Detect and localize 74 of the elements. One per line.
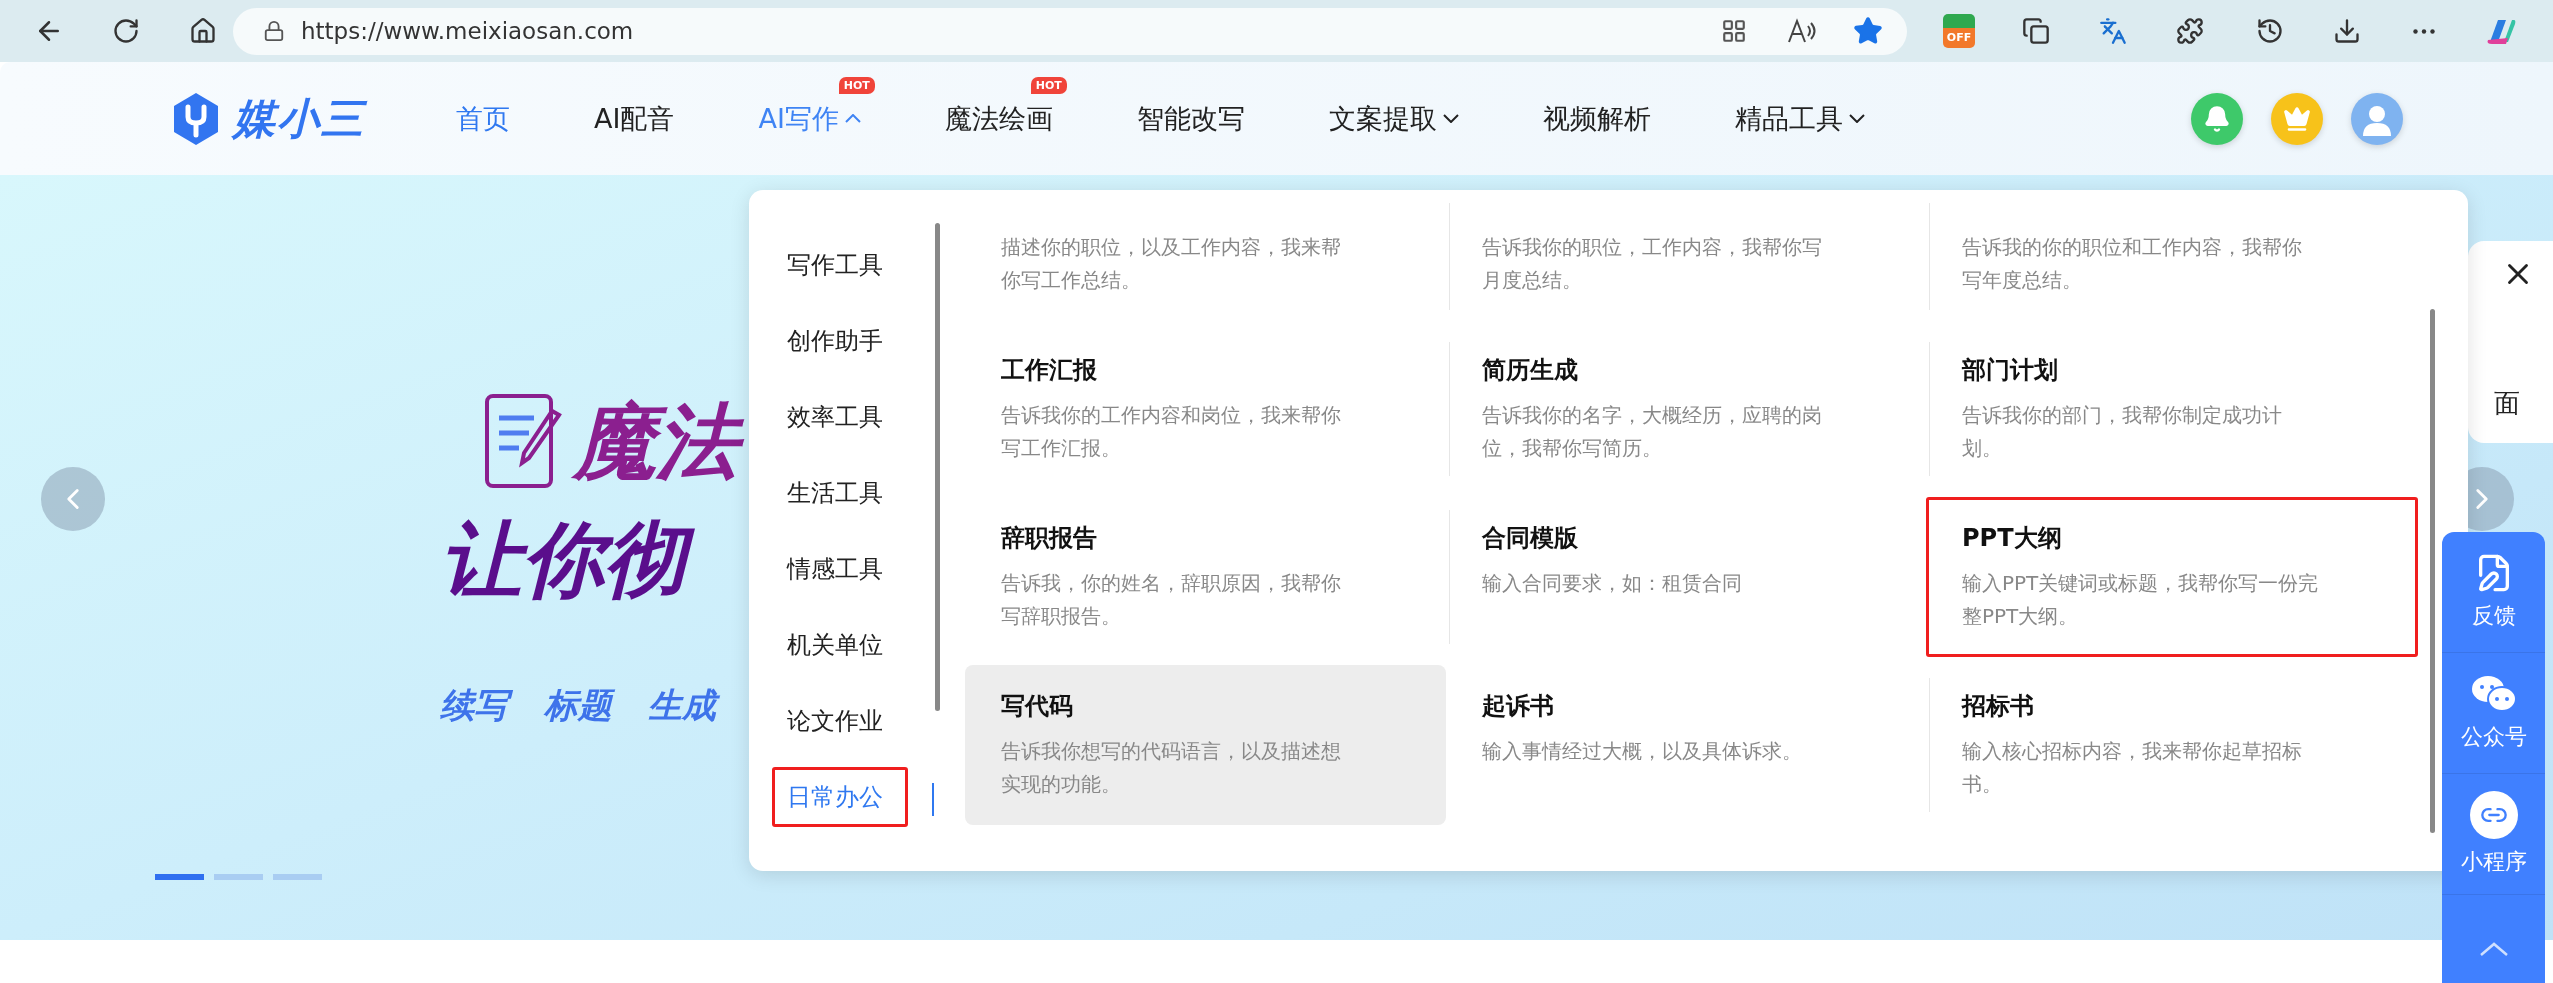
card-description: 输入核心招标内容，我来帮你起草招标书。: [1962, 738, 2303, 798]
side-card-text: 面: [2494, 387, 2520, 420]
refresh-icon: [112, 17, 140, 45]
collections-icon: [2022, 17, 2050, 45]
nav-link[interactable]: 智能改写: [1136, 100, 1245, 137]
side-panel-item[interactable]: 反馈: [2442, 532, 2545, 653]
card-title: 辞职报告: [1001, 523, 1098, 553]
card-description: 告诉我你的职位，工作内容，我帮你写月度总结。: [1482, 234, 1823, 294]
crown-icon: [2283, 104, 2311, 133]
card-description: 告诉我你想写的代码语言，以及描述想实现的功能。: [1001, 738, 1342, 798]
card-description: 告诉我的你的职位和工作内容，我帮你写年度总结。: [1962, 234, 2303, 294]
card-title: 招标书: [1962, 691, 2035, 721]
lock-icon: [263, 20, 285, 42]
extension-badge: OFF: [1943, 28, 1975, 48]
nav-link[interactable]: 视频解析: [1542, 100, 1651, 137]
card-title: 工作汇报: [1001, 355, 1098, 385]
nav-link[interactable]: 文案提取: [1328, 100, 1459, 137]
card-title: 合同模版: [1482, 523, 1579, 553]
link-icon: [2469, 791, 2518, 839]
url-text: https://www.meixiaosan.com: [301, 18, 635, 44]
category-item[interactable]: 情感工具: [772, 539, 908, 599]
hero-tag: 生成: [648, 685, 722, 726]
nav-link[interactable]: 首页: [456, 100, 510, 137]
puzzle-icon: [2176, 17, 2204, 45]
side-panel-item[interactable]: 公众号: [2442, 653, 2545, 774]
category-item[interactable]: 效率工具: [772, 387, 908, 447]
home-icon: [189, 17, 217, 45]
address-bar[interactable]: https://www.meixiaosan.com: [233, 7, 1907, 55]
hero-tag: 标题: [544, 685, 618, 726]
note-pen-icon: [484, 393, 564, 491]
nav-link[interactable]: AI配音: [594, 100, 675, 137]
active-indicator: [932, 783, 934, 816]
hero-tag: 续写: [440, 685, 514, 726]
scrollbar[interactable]: [2430, 309, 2435, 833]
nav-link[interactable]: 精品工具: [1734, 100, 1865, 137]
card-description: 输入PPT关键词或标题，我帮你写一份完整PPT大纲。: [1962, 570, 2320, 630]
hero-headline: 让你彻: [440, 515, 696, 606]
card-title: PPT大纲: [1962, 523, 2063, 553]
card-description: 输入事情经过大概，以及具体诉求。: [1482, 738, 1803, 765]
side-panel-item[interactable]: 小程序: [2442, 774, 2545, 895]
tool-card[interactable]: 写代码 告诉我你想写的代码语言，以及描述想实现的功能。: [965, 665, 1446, 825]
card-description: 描述你的职位，以及工作内容，我来帮你写工作总结。: [1001, 234, 1342, 294]
caret-down-icon: [1848, 114, 1865, 123]
card-title: 部门计划: [1962, 355, 2059, 385]
hot-badge: HOT: [1030, 76, 1067, 94]
card-title: 简历生成: [1482, 355, 1579, 385]
translate-icon: [2099, 17, 2127, 45]
hot-badge: HOT: [838, 76, 875, 94]
category-item[interactable]: 创作助手: [772, 311, 908, 371]
scrollbar[interactable]: [935, 223, 940, 711]
tool-card[interactable]: PPT大纲 输入PPT关键词或标题，我帮你写一份完整PPT大纲。: [1926, 497, 2418, 657]
category-item[interactable]: 机关单位: [772, 615, 908, 675]
wrench-hexagon-icon: [171, 90, 221, 147]
category-item[interactable]: 生活工具: [772, 463, 908, 523]
card-title: 写代码: [1001, 691, 1074, 721]
card-description: 告诉我你的名字，大概经历，应聘的岗位，我帮你写简历。: [1482, 402, 1823, 462]
more-icon: [2413, 28, 2435, 34]
card-description: 告诉我你的部门，我帮你制定成功计划。: [1962, 402, 2283, 462]
category-item[interactable]: 写作工具: [772, 235, 908, 295]
bell-icon: [2203, 104, 2231, 133]
grid-icon[interactable]: [1721, 18, 1747, 44]
chevron-up-icon: [2479, 941, 2508, 956]
category-item[interactable]: 论文作业: [772, 691, 908, 751]
caret-up-icon: [844, 114, 861, 123]
history-icon: [2256, 17, 2284, 45]
download-icon: [2333, 17, 2361, 45]
card-description: 告诉我，你的姓名，辞职原因，我帮你写辞职报告。: [1001, 570, 1342, 630]
read-aloud-icon[interactable]: [1787, 18, 1817, 44]
card-description: 输入合同要求，如：租赁合同: [1482, 570, 1743, 597]
card-title: 起诉书: [1482, 691, 1555, 721]
caret-down-icon: [1442, 114, 1459, 123]
favorite-star-icon[interactable]: [1853, 16, 1883, 46]
card-description: 告诉我你的工作内容和岗位，我来帮你写工作汇报。: [1001, 402, 1342, 462]
nav-link[interactable]: 魔法绘画: [944, 100, 1053, 137]
